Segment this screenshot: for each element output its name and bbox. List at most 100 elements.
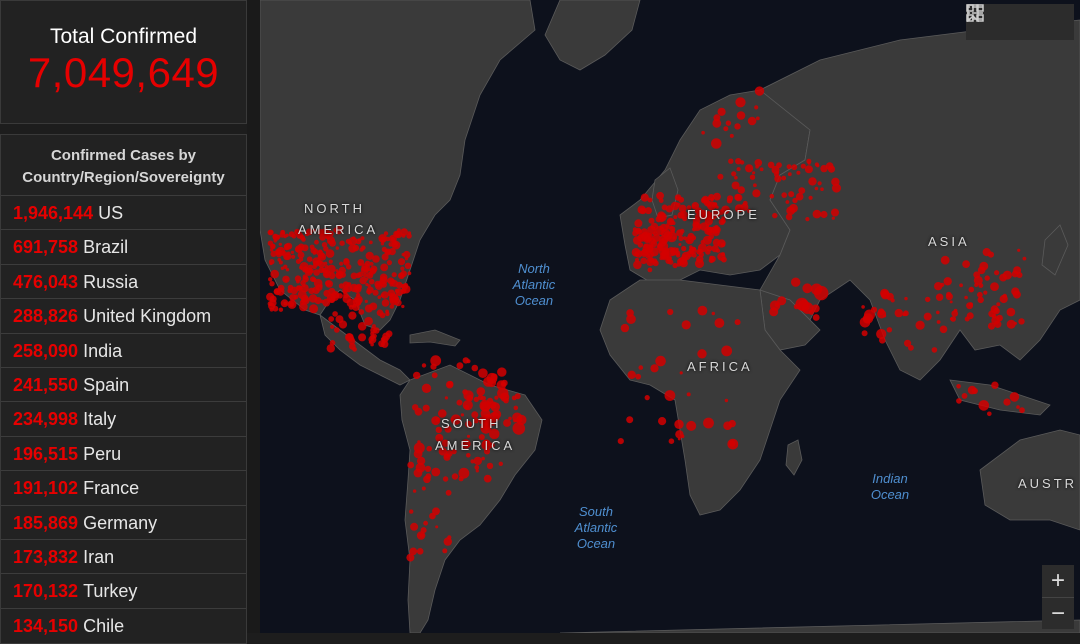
case-marker[interactable] [478,368,488,379]
case-marker[interactable] [322,298,331,307]
case-marker[interactable] [357,322,367,331]
case-marker[interactable] [270,269,279,279]
case-marker[interactable] [657,242,663,249]
case-marker[interactable] [430,355,442,367]
case-marker[interactable] [698,252,704,258]
case-marker[interactable] [342,294,351,304]
case-marker[interactable] [945,293,953,301]
case-marker[interactable] [328,316,335,322]
case-marker[interactable] [949,300,953,304]
case-marker[interactable] [423,475,431,484]
case-marker[interactable] [268,302,276,310]
case-marker[interactable] [319,260,323,264]
case-marker[interactable] [679,371,683,375]
case-marker[interactable] [379,312,386,319]
case-marker[interactable] [359,276,367,285]
case-marker[interactable] [735,193,743,202]
case-marker[interactable] [335,315,344,324]
case-marker[interactable] [633,260,642,270]
case-marker[interactable] [742,200,748,206]
case-marker[interactable] [404,262,412,269]
case-marker[interactable] [445,489,452,496]
case-marker[interactable] [964,295,968,300]
case-marker[interactable] [277,258,282,262]
case-marker[interactable] [503,419,511,427]
case-marker[interactable] [477,394,484,400]
case-marker[interactable] [442,476,449,482]
case-marker[interactable] [679,228,685,234]
case-marker[interactable] [711,311,715,316]
case-marker[interactable] [287,299,297,309]
case-marker[interactable] [357,259,365,266]
case-marker[interactable] [290,250,294,254]
case-marker[interactable] [687,239,691,243]
case-marker[interactable] [978,400,990,411]
world-map[interactable]: NORTH AMERICA EUROPE ASIA AFRICA SOUTH A… [260,0,1080,633]
case-marker[interactable] [368,278,375,285]
case-marker[interactable] [634,251,640,257]
zoom-out-button[interactable]: − [1042,596,1074,630]
case-marker[interactable] [298,286,303,291]
case-marker[interactable] [820,187,824,191]
case-marker[interactable] [334,327,340,333]
case-marker[interactable] [711,138,722,149]
case-marker[interactable] [1012,290,1021,299]
case-marker[interactable] [660,228,671,238]
case-marker[interactable] [658,417,667,426]
case-marker[interactable] [739,160,745,165]
case-marker[interactable] [384,248,392,256]
case-marker[interactable] [498,461,503,466]
case-marker[interactable] [987,322,996,330]
case-marker[interactable] [422,404,430,412]
case-marker[interactable] [358,333,367,342]
case-marker[interactable] [814,186,819,191]
case-marker[interactable] [283,264,288,269]
case-marker[interactable] [956,384,961,389]
case-marker[interactable] [714,318,725,328]
case-marker[interactable] [791,164,798,171]
case-marker[interactable] [374,280,382,288]
case-marker[interactable] [640,257,647,265]
case-marker[interactable] [712,238,721,247]
case-marker[interactable] [348,305,354,310]
case-marker[interactable] [313,260,320,267]
case-marker[interactable] [273,234,277,238]
case-marker[interactable] [497,387,509,399]
case-marker[interactable] [1002,293,1008,299]
case-marker[interactable] [812,209,822,219]
case-marker[interactable] [285,233,289,237]
case-marker[interactable] [702,198,706,203]
case-marker[interactable] [466,453,471,458]
case-marker[interactable] [806,158,812,164]
case-marker[interactable] [962,260,970,268]
case-marker[interactable] [925,296,931,303]
case-marker[interactable] [728,440,736,447]
case-marker[interactable] [359,247,364,252]
case-marker[interactable] [752,189,761,198]
case-marker[interactable] [697,225,702,229]
case-marker[interactable] [483,474,492,483]
case-marker[interactable] [638,365,644,370]
case-marker[interactable] [655,355,666,367]
case-marker[interactable] [297,251,305,259]
case-marker[interactable] [318,249,323,253]
country-list-item[interactable]: 1,946,144 US [1,195,246,229]
case-marker[interactable] [282,275,290,283]
case-marker[interactable] [295,259,301,264]
case-marker[interactable] [1014,321,1017,325]
case-marker[interactable] [737,186,745,194]
case-marker[interactable] [381,299,390,307]
case-marker[interactable] [381,337,385,341]
case-marker[interactable] [325,280,332,287]
case-marker[interactable] [421,363,427,368]
case-marker[interactable] [725,120,732,126]
case-marker[interactable] [990,282,999,291]
case-marker[interactable] [368,240,373,245]
case-marker[interactable] [886,327,893,333]
case-marker[interactable] [490,373,498,381]
case-marker[interactable] [736,111,746,120]
case-marker[interactable] [904,339,912,347]
case-marker[interactable] [391,280,399,287]
case-marker[interactable] [657,211,666,220]
case-marker[interactable] [407,271,412,276]
